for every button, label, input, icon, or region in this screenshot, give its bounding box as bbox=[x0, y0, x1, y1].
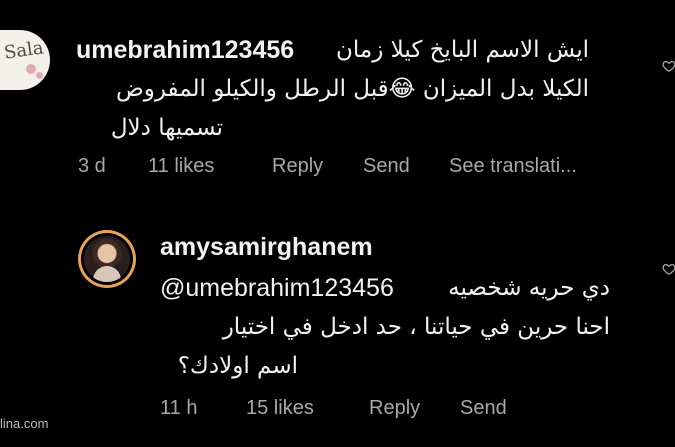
reply-time: 11 h bbox=[160, 397, 198, 419]
comment-text-line: تسميها دلال bbox=[110, 115, 223, 141]
heart-outline-icon[interactable] bbox=[662, 59, 675, 73]
reply-likes-count[interactable]: 15 likes bbox=[246, 397, 314, 420]
avatar-script-text: Sala bbox=[2, 37, 45, 64]
send-button[interactable]: Send bbox=[363, 155, 410, 178]
profile-photo-figure bbox=[93, 266, 121, 282]
avatar-flower-decoration bbox=[36, 72, 43, 79]
reply-button[interactable]: Reply bbox=[369, 397, 420, 420]
watermark: lina.com bbox=[0, 416, 49, 431]
avatar[interactable]: Sala bbox=[0, 30, 50, 90]
comment-likes-count[interactable]: 11 likes bbox=[148, 155, 214, 178]
reply-text-line: اسم اولادك؟ bbox=[177, 353, 298, 379]
reply-username[interactable]: amysamirghanem bbox=[160, 233, 373, 262]
reply-button[interactable]: Reply bbox=[272, 155, 323, 178]
reply-text-line: احنا حرين في حياتنا ، حد ادخل في اختيار bbox=[222, 314, 610, 340]
avatar-flower-decoration bbox=[26, 64, 36, 74]
profile-photo bbox=[84, 236, 130, 282]
see-translation-button[interactable]: See translati... bbox=[449, 155, 577, 178]
comment-username[interactable]: umebrahim123456 bbox=[76, 36, 294, 65]
heart-outline-icon[interactable] bbox=[662, 262, 675, 276]
send-button[interactable]: Send bbox=[460, 397, 507, 420]
comment-time: 3 d bbox=[78, 155, 106, 177]
comment-text-line: ايش الاسم البايخ كيلا زمان bbox=[336, 37, 589, 63]
mention-link[interactable]: @umebrahim123456 bbox=[160, 274, 394, 303]
reply-text-line: دي حريه شخصيه bbox=[448, 275, 610, 301]
comment-text-line: الكيلا بدل الميزان 😂قبل الرطل والكيلو ال… bbox=[115, 76, 589, 102]
avatar[interactable] bbox=[78, 230, 136, 288]
